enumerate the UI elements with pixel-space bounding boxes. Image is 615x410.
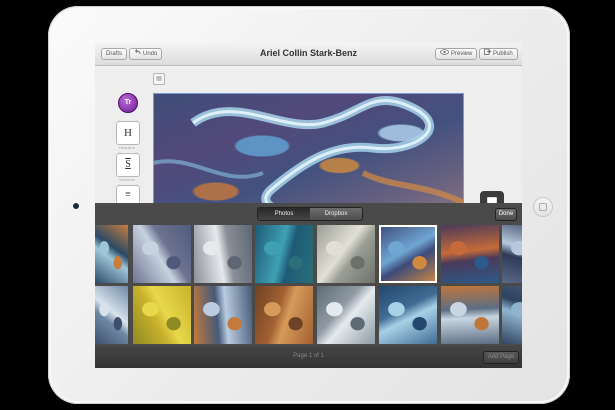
photo-picker-panel: Photos Dropbox Done Page 1 of 1 Add Page — [95, 203, 522, 368]
subhead-caption: Subhead — [118, 177, 135, 182]
preview-label: Preview — [451, 51, 473, 57]
tab-dropbox[interactable]: Dropbox — [310, 208, 362, 220]
thumbnail-grid — [95, 225, 522, 345]
photo-thumbnail[interactable] — [502, 225, 522, 283]
photo-thumbnail[interactable] — [379, 286, 437, 344]
add-page-button[interactable]: Add Page — [483, 351, 519, 364]
photo-thumbnail[interactable] — [502, 286, 522, 344]
preview-button[interactable]: Preview — [435, 48, 478, 60]
photo-thumbnail[interactable] — [133, 225, 191, 283]
done-button[interactable]: Done — [495, 208, 517, 221]
photo-thumbnail[interactable] — [441, 225, 499, 283]
photo-thumbnail[interactable] — [441, 286, 499, 344]
editor-canvas: ▤ Tr H Headline S Subhead ≡ — [95, 66, 522, 227]
photo-thumbnail[interactable] — [379, 225, 437, 283]
photo-thumbnail[interactable] — [95, 286, 128, 344]
headline-caption: Headline — [119, 145, 135, 150]
photo-thumbnail[interactable] — [95, 225, 128, 283]
avatar[interactable]: Tr — [118, 93, 138, 113]
eye-icon — [440, 48, 449, 60]
image-tool-icon[interactable]: ▤ — [153, 73, 165, 85]
photo-thumbnail[interactable] — [317, 286, 375, 344]
tab-photos[interactable]: Photos — [258, 208, 310, 220]
top-toolbar: Drafts Undo Ariel Collin Stark-Benz Prev… — [95, 43, 522, 66]
photo-thumbnail[interactable] — [317, 225, 375, 283]
publish-label: Publish — [493, 51, 513, 57]
body-text-tool-button[interactable]: ≡ — [116, 185, 140, 205]
photo-thumbnail[interactable] — [255, 286, 313, 344]
headline-tool-button[interactable]: H — [116, 121, 140, 145]
photo-thumbnail[interactable] — [194, 286, 252, 344]
photo-thumbnail[interactable] — [255, 225, 313, 283]
publish-icon — [484, 48, 492, 60]
subhead-tool-button[interactable]: S — [116, 153, 140, 177]
app-screen: Drafts Undo Ariel Collin Stark-Benz Prev… — [95, 43, 522, 368]
picker-bottom-bar: Page 1 of 1 Add Page — [95, 346, 522, 368]
source-segmented-control: Photos Dropbox — [257, 207, 363, 221]
photo-thumbnail[interactable] — [194, 225, 252, 283]
page-indicator: Page 1 of 1 — [293, 353, 324, 359]
home-button[interactable] — [533, 197, 553, 217]
photo-thumbnail[interactable] — [133, 286, 191, 344]
front-camera — [73, 203, 79, 209]
publish-button[interactable]: Publish — [479, 48, 518, 60]
